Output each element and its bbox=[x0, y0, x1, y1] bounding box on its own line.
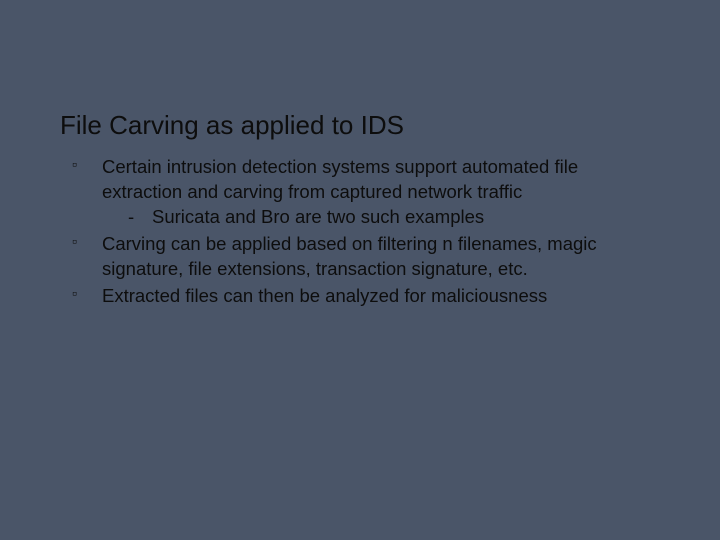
slide-content: Certain intrusion detection systems supp… bbox=[60, 155, 620, 309]
slide: File Carving as applied to IDS Certain i… bbox=[0, 0, 720, 540]
bullet-item: Carving can be applied based on filterin… bbox=[72, 232, 620, 282]
sub-item: Suricata and Bro are two such examples bbox=[128, 205, 620, 230]
sub-text: Suricata and Bro are two such examples bbox=[152, 206, 484, 227]
bullet-item: Certain intrusion detection systems supp… bbox=[72, 155, 620, 230]
sub-list: Suricata and Bro are two such examples bbox=[128, 205, 620, 230]
slide-title: File Carving as applied to IDS bbox=[60, 110, 660, 141]
bullet-text: Certain intrusion detection systems supp… bbox=[102, 156, 578, 202]
bullet-text: Carving can be applied based on filterin… bbox=[102, 233, 597, 279]
bullet-list: Certain intrusion detection systems supp… bbox=[72, 155, 620, 309]
bullet-text: Extracted files can then be analyzed for… bbox=[102, 285, 547, 306]
bullet-item: Extracted files can then be analyzed for… bbox=[72, 284, 620, 309]
